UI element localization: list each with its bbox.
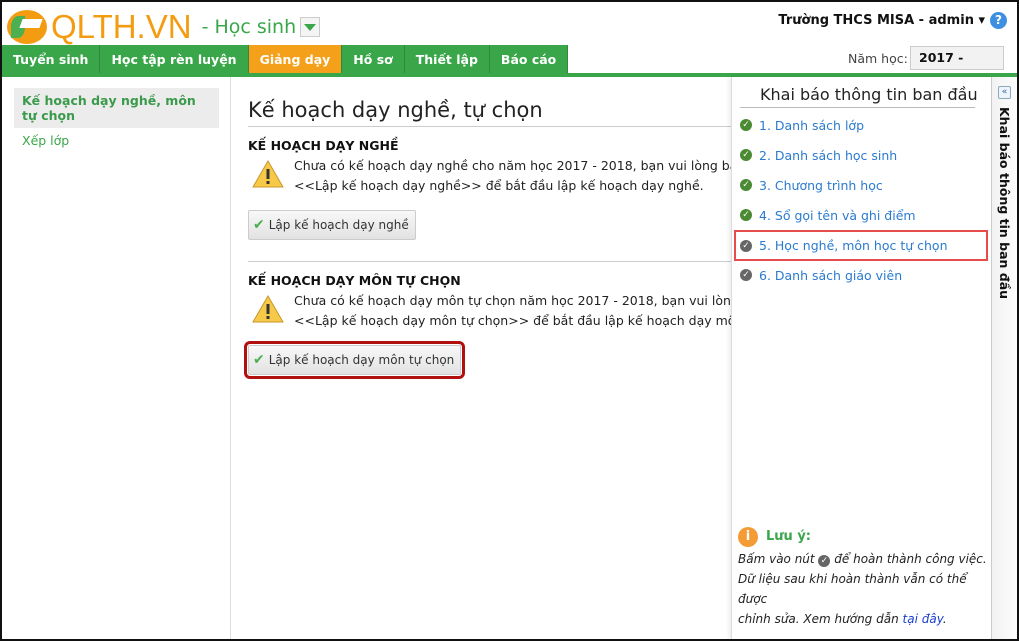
- logo-text: QLTH.VN: [51, 8, 192, 45]
- panel-collapse-strip[interactable]: « Khai báo thông tin ban đầu: [991, 77, 1017, 639]
- warning-message: Chưa có kế hoạch dạy nghề cho năm học 20…: [294, 158, 732, 193]
- tab-giang-day[interactable]: Giảng dạy: [248, 45, 343, 74]
- school-year-select[interactable]: 2017 - 2018﹀: [910, 46, 1004, 87]
- check-circle-icon[interactable]: ✓: [740, 239, 752, 252]
- tab-tuyen-sinh[interactable]: Tuyển sinh: [2, 45, 101, 74]
- check-circle-icon[interactable]: ✓: [740, 179, 752, 191]
- info-icon: i: [738, 527, 758, 547]
- step-chuong-trinh-hoc[interactable]: ✓ 3. Chương trình học: [738, 171, 988, 199]
- logo[interactable]: QLTH.VN - Học sinh: [7, 8, 321, 46]
- step-label: 5. Học nghề, môn học tự chọn: [759, 238, 948, 253]
- step-so-goi-ten[interactable]: ✓ 4. Sổ gọi tên và ghi điểm: [738, 201, 988, 229]
- note-text: Bấm vào nút: [738, 552, 815, 566]
- tab-hoc-tap-ren-luyen[interactable]: Học tập rèn luyện: [100, 45, 249, 74]
- check-circle-icon[interactable]: ✓: [740, 209, 752, 221]
- step-label: 3. Chương trình học: [759, 177, 883, 193]
- check-icon: ✔: [253, 217, 265, 233]
- button-label: Lập kế hoạch dạy nghề: [268, 218, 409, 232]
- note-text: chỉnh sửa. Xem hướng dẫn: [738, 612, 899, 626]
- panel-side-label[interactable]: Khai báo thông tin ban đầu: [997, 107, 1012, 299]
- step-label: 4. Sổ gọi tên và ghi điểm: [759, 207, 916, 223]
- check-icon: ✔: [253, 352, 265, 368]
- step-danh-sach-giao-vien[interactable]: ✓ 6. Danh sách giáo viên: [738, 261, 988, 289]
- divider: [248, 261, 732, 262]
- tab-thiet-lap[interactable]: Thiết lập: [404, 45, 490, 74]
- button-label: Lập kế hoạch dạy môn tự chọn: [268, 353, 455, 367]
- school-year-label: Năm học:: [848, 51, 908, 66]
- step-danh-sach-hoc-sinh[interactable]: ✓ 2. Danh sách học sinh: [738, 141, 988, 169]
- section-heading: KẾ HOẠCH DẠY MÔN TỰ CHỌN: [248, 273, 461, 288]
- note-text: Dữ liệu sau khi hoàn thành vẫn có thể đư…: [738, 572, 967, 606]
- module-dropdown-button[interactable]: [300, 17, 321, 37]
- double-chevron-left-icon[interactable]: «: [998, 86, 1011, 99]
- panel-title: Khai báo thông tin ban đầu: [760, 85, 978, 104]
- step-label: 1. Danh sách lớp: [759, 117, 864, 133]
- logo-icon: [7, 10, 47, 44]
- main-nav: Tuyển sinh Học tập rèn luyện Giảng dạy H…: [2, 45, 569, 74]
- user-menu[interactable]: Trường THCS MISA - admin ▾: [778, 13, 985, 28]
- section-day-nghe: KẾ HOẠCH DẠY NGHỀ Chưa có kế hoạch dạy n…: [248, 138, 732, 240]
- check-circle-icon[interactable]: ✓: [740, 119, 752, 131]
- step-label: 6. Danh sách giáo viên: [759, 267, 903, 283]
- divider: [248, 126, 732, 127]
- module-name: - Học sinh: [201, 16, 297, 38]
- sidebar: Kế hoạch dạy nghề, môn tự chọn Xếp lớp: [2, 77, 231, 639]
- page-title: Kế hoạch dạy nghề, tự chọn: [248, 98, 543, 122]
- warning-icon: [252, 160, 284, 188]
- note-text: .: [942, 612, 947, 626]
- guide-link[interactable]: tại đây: [903, 612, 943, 626]
- tab-bao-cao[interactable]: Báo cáo: [489, 45, 569, 74]
- step-hoc-nghe[interactable]: ✓ 5. Học nghề, môn học tự chọn: [734, 230, 988, 261]
- note: i Lưu ý: Bấm vào nút ✓ để hoàn thành công…: [738, 527, 991, 629]
- note-title: Lưu ý:: [766, 529, 811, 544]
- setup-panel: Khai báo thông tin ban đầu ✓ 1. Danh sách…: [731, 77, 991, 639]
- step-label: 2. Danh sách học sinh: [759, 147, 898, 163]
- warning-icon: [252, 295, 284, 323]
- tab-ho-so[interactable]: Hồ sơ: [342, 45, 405, 74]
- warning-message: Chưa có kế hoạch dạy môn tự chọn năm học…: [294, 293, 732, 328]
- note-text: để hoàn thành công việc.: [834, 552, 987, 566]
- divider: [740, 107, 975, 108]
- step-danh-sach-lop[interactable]: ✓ 1. Danh sách lớp: [738, 111, 988, 139]
- check-circle-icon: ✓: [818, 555, 831, 567]
- sidebar-item-xep-lop[interactable]: Xếp lớp: [14, 128, 219, 153]
- app-window: QLTH.VN - Học sinh Trường THCS MISA - ad…: [0, 0, 1019, 641]
- create-elective-plan-button[interactable]: ✔ Lập kế hoạch dạy môn tự chọn: [243, 341, 466, 379]
- check-circle-icon[interactable]: ✓: [740, 149, 752, 161]
- check-circle-icon[interactable]: ✓: [740, 269, 752, 281]
- section-mon-tu-chon: KẾ HOẠCH DẠY MÔN TỰ CHỌN Chưa có kế hoạc…: [243, 273, 732, 379]
- create-vocational-plan-button[interactable]: ✔ Lập kế hoạch dạy nghề: [248, 210, 416, 240]
- main-content: Kế hoạch dạy nghề, tự chọn KẾ HOẠCH DẠY …: [232, 77, 732, 639]
- section-heading: KẾ HOẠCH DẠY NGHỀ: [248, 138, 399, 153]
- sidebar-item-ke-hoach[interactable]: Kế hoạch dạy nghề, môn tự chọn: [14, 88, 219, 128]
- help-icon[interactable]: ?: [990, 12, 1007, 29]
